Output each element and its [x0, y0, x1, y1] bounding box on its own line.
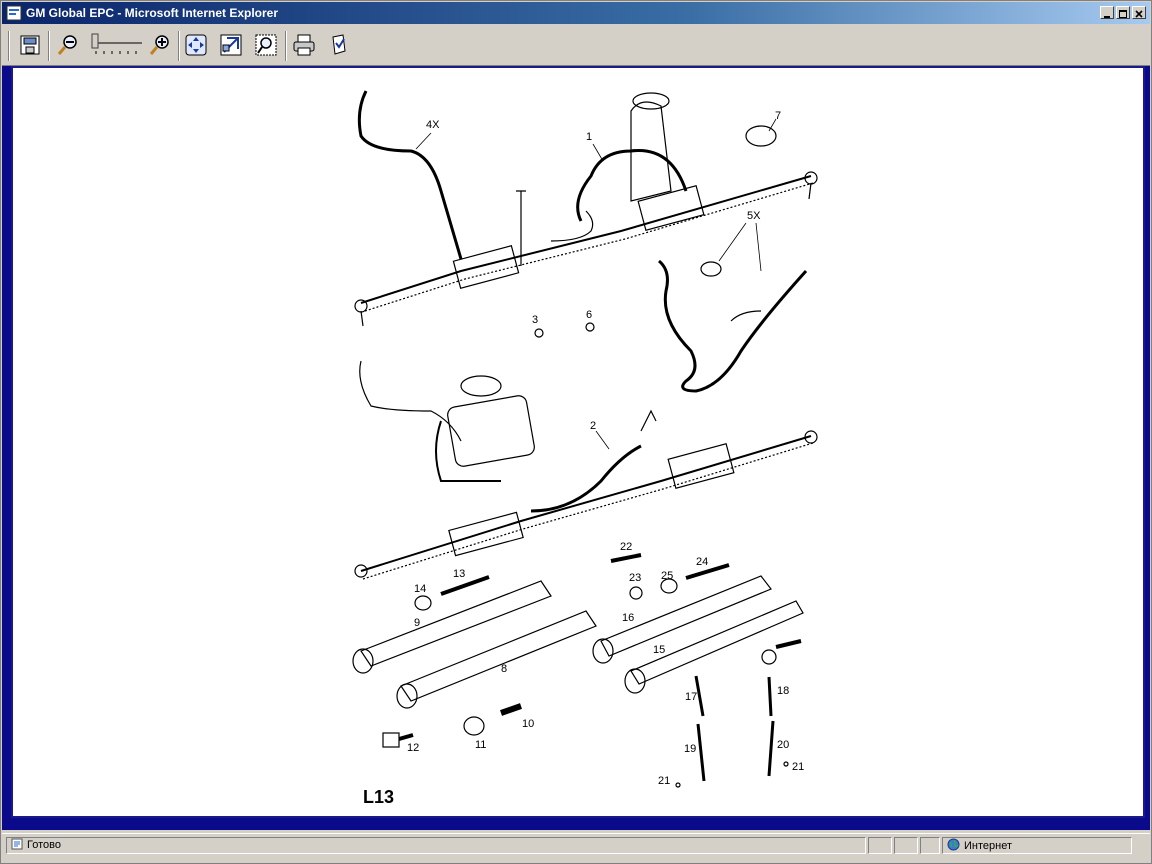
bookmark-button[interactable] — [325, 31, 353, 59]
zoom-in-icon — [149, 35, 169, 55]
print-icon — [293, 34, 315, 56]
zoom-area-button[interactable] — [217, 31, 245, 59]
status-text: Готово — [27, 839, 61, 851]
status-cell — [894, 837, 918, 854]
callout-17[interactable]: 17 — [685, 691, 697, 703]
callout-14[interactable]: 14 — [414, 583, 426, 595]
callout-3[interactable]: 3 — [532, 314, 538, 326]
callout-9[interactable]: 9 — [414, 617, 420, 629]
toolbar-separator — [48, 31, 50, 61]
callout-1[interactable]: 1 — [586, 131, 592, 143]
zoom-window-button[interactable] — [252, 31, 280, 59]
steering-gear-diagram[interactable] — [341, 81, 821, 811]
browser-window: GM Global EPC - Microsoft Internet Explo… — [0, 0, 1152, 864]
zoom-window-icon — [255, 34, 277, 56]
toolbar-separator — [178, 31, 180, 61]
callout-11[interactable]: 11 — [475, 739, 486, 751]
callout-20[interactable]: 20 — [777, 739, 789, 751]
ie-icon — [6, 5, 22, 21]
callout-15[interactable]: 15 — [653, 644, 665, 656]
model-code-label: L13 — [363, 787, 395, 807]
frame-border — [2, 66, 11, 822]
callout-8[interactable]: 8 — [501, 663, 507, 675]
toolbar-separator — [285, 31, 287, 61]
toolbar-separator — [8, 31, 10, 61]
title-bar[interactable]: GM Global EPC - Microsoft Internet Explo… — [2, 2, 1150, 24]
callout-2[interactable]: 2 — [590, 420, 596, 432]
security-zone-cell: Интернет — [942, 837, 1132, 854]
callout-25[interactable]: 25 — [661, 570, 673, 582]
fit-page-icon — [185, 34, 207, 56]
save-button[interactable] — [16, 31, 44, 59]
maximize-button[interactable] — [1116, 6, 1130, 19]
maximize-icon — [1119, 10, 1127, 18]
fit-page-button[interactable] — [182, 31, 210, 59]
callout-10[interactable]: 10 — [522, 718, 534, 730]
callout-12[interactable]: 12 — [407, 742, 419, 754]
callout-21[interactable]: 21 — [658, 775, 670, 787]
toolbar — [2, 25, 1150, 66]
page-icon — [11, 838, 23, 850]
frame-border — [2, 818, 1150, 830]
security-zone-text: Интернет — [964, 840, 1012, 852]
callout-23[interactable]: 23 — [629, 572, 641, 584]
zoom-area-icon — [220, 34, 242, 56]
callout-21[interactable]: 21 — [792, 761, 804, 773]
zoom-slider[interactable] — [90, 33, 146, 59]
zoom-in-button[interactable] — [146, 31, 174, 59]
callout-16[interactable]: 16 — [622, 612, 634, 624]
save-icon — [20, 35, 40, 55]
globe-icon — [947, 838, 960, 851]
close-icon — [1135, 10, 1143, 18]
status-bar: Готово Интернет — [2, 833, 1150, 856]
callout-19[interactable]: 19 — [684, 743, 696, 755]
print-button[interactable] — [290, 31, 318, 59]
callout-4x[interactable]: 4X — [426, 119, 439, 131]
minimize-icon — [1104, 16, 1110, 18]
close-button[interactable] — [1132, 6, 1146, 19]
status-text-cell: Готово — [6, 837, 866, 854]
callout-6[interactable]: 6 — [586, 309, 592, 321]
callout-22[interactable]: 22 — [620, 541, 632, 553]
bookmark-icon — [332, 34, 346, 55]
zoom-out-icon — [57, 35, 77, 55]
status-cell — [868, 837, 892, 854]
minimize-button[interactable] — [1100, 6, 1114, 19]
status-cell — [920, 837, 940, 854]
zoom-out-button[interactable] — [54, 31, 82, 59]
callout-18[interactable]: 18 — [777, 685, 789, 697]
window-title: GM Global EPC - Microsoft Internet Explo… — [26, 6, 279, 20]
callout-24[interactable]: 24 — [696, 556, 708, 568]
callout-13[interactable]: 13 — [453, 568, 465, 580]
diagram-linework — [352, 90, 818, 788]
callout-5x[interactable]: 5X — [747, 210, 760, 222]
callout-7[interactable]: 7 — [775, 110, 781, 122]
